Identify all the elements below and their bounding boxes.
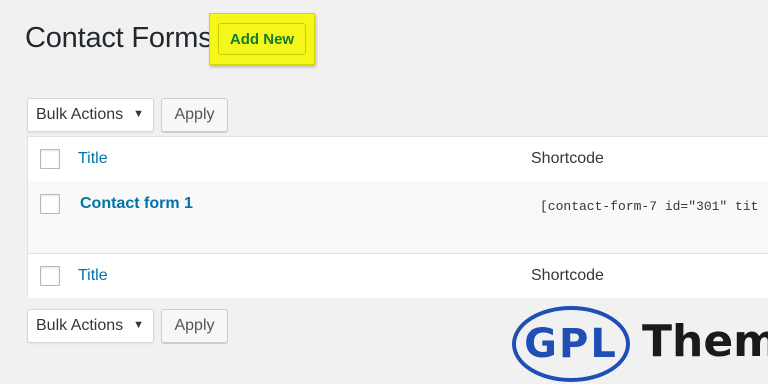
row-checkbox[interactable] [40,194,60,214]
select-all-checkbox[interactable] [40,149,60,169]
add-new-button[interactable]: Add New [218,23,306,55]
add-new-highlight: Add New [209,13,315,65]
table-row: Contact form 1 [contact-form-7 id="301" … [28,181,768,253]
form-title-link[interactable]: Contact form 1 [80,195,193,213]
shortcode-value[interactable]: [contact-form-7 id="301" tit [540,199,758,214]
bulk-actions-select-bottom[interactable]: Bulk Actions ▼ [27,309,154,343]
table-footer-row: Title Shortcode [28,253,768,298]
caret-down-icon: ▼ [133,319,144,331]
caret-down-icon: ▼ [133,108,144,120]
watermark-badge: GPL [512,306,630,382]
contact-forms-table: Title Shortcode Contact form 1 [contact-… [27,136,768,298]
apply-button-bottom[interactable]: Apply [161,309,228,343]
shortcode-column-footer: Shortcode [531,267,604,284]
bulk-actions-select-top[interactable]: Bulk Actions ▼ [27,98,154,132]
apply-button-top[interactable]: Apply [161,98,228,132]
bulk-actions-value: Bulk Actions [36,106,124,123]
watermark-word: Them [642,316,768,367]
page-title: Contact Forms [25,22,213,54]
bulk-actions-value: Bulk Actions [36,317,124,334]
watermark-logo: GPL Them [512,302,768,384]
watermark-badge-text: GPL [524,321,618,367]
title-column-header[interactable]: Title [78,150,108,168]
table-header-row: Title Shortcode [28,137,768,182]
select-all-checkbox-footer[interactable] [40,266,60,286]
title-column-footer[interactable]: Title [78,267,108,285]
shortcode-column-header: Shortcode [531,150,604,167]
